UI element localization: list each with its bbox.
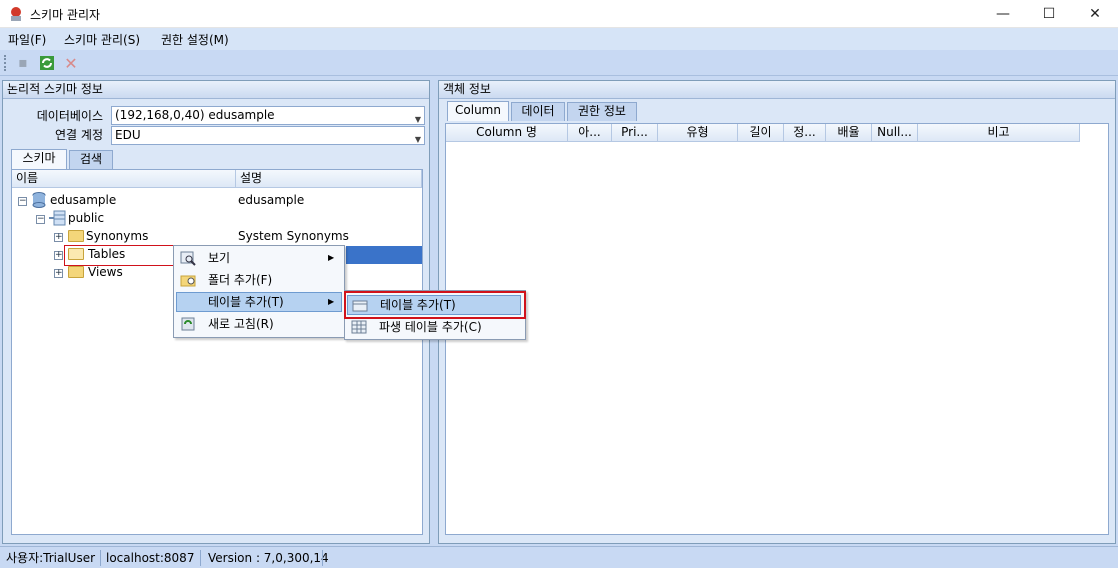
connection-value: EDU [115, 128, 141, 142]
grid-col-remark[interactable]: 비고 [918, 124, 1080, 142]
status-user: 사용자:TrialUser [6, 551, 96, 565]
tree-schema[interactable]: public [68, 210, 104, 226]
refresh-icon[interactable] [38, 54, 56, 72]
ctx-add-folder[interactable]: 폴더 추가(F) [176, 270, 342, 290]
delete-icon[interactable]: ✕ [62, 54, 80, 73]
collapse-icon[interactable]: − [36, 215, 45, 224]
schema-icon [49, 210, 66, 226]
tree-tables[interactable]: Tables [88, 246, 125, 262]
column-grid: Column 명 아... Pri... 유형 길이 정... 배율 Null.… [445, 123, 1109, 535]
grid-col-length[interactable]: 길이 [738, 124, 784, 142]
grid-col-type[interactable]: 유형 [658, 124, 738, 142]
column-desc-header[interactable]: 설명 [236, 170, 422, 188]
grid-col-scale[interactable]: 배율 [826, 124, 872, 142]
menu-permission[interactable]: 권한 설정(M) [161, 31, 229, 48]
table-icon [352, 300, 368, 312]
grid-col-name[interactable]: Column 명 [446, 124, 568, 142]
maximize-button[interactable]: ☐ [1026, 0, 1072, 28]
menu-bar: 파일(F) 스키마 관리(S) 권한 설정(M) [0, 28, 1118, 50]
tab-schema[interactable]: 스키마 [11, 149, 67, 169]
status-version: Version : 7,0,300,14 [208, 551, 329, 565]
submenu-arrow-icon: ▶ [328, 297, 335, 306]
object-info-panel: 객체 정보 Column 데이터 권한 정보 Column 명 아... Pri… [438, 80, 1116, 544]
status-separator [322, 550, 323, 566]
logical-schema-header: 논리적 스키마 정보 [3, 81, 429, 99]
object-info-header: 객체 정보 [439, 81, 1115, 99]
schema-tree: 이름 설명 − edusample edusample − public + S… [11, 169, 423, 535]
database-value: (192,168,0,40) edusample [115, 108, 275, 122]
expand-icon[interactable]: + [54, 233, 63, 242]
submenu-arrow-icon: ▶ [328, 253, 335, 262]
tree-synonyms-desc: System Synonyms [238, 229, 349, 243]
submenu-add-table[interactable]: 테이블 추가(T) [347, 295, 521, 315]
database-label: 데이터베이스 [36, 109, 103, 123]
window-title: 스키마 관리자 [30, 8, 101, 22]
add-folder-icon [180, 275, 196, 287]
grid-col-null[interactable]: Null... [872, 124, 918, 142]
status-separator [200, 550, 201, 566]
database-combo[interactable]: (192,168,0,40) edusample ▼ [111, 106, 425, 125]
folder-icon [68, 248, 84, 260]
title-bar: 스키마 관리자 — ☐ ✕ [0, 0, 1118, 28]
connection-combo[interactable]: EDU ▼ [111, 126, 425, 145]
tab-permission-info[interactable]: 권한 정보 [567, 102, 637, 121]
grid-col-a[interactable]: 아... [568, 124, 612, 142]
view-icon [180, 251, 196, 266]
minimize-button[interactable]: — [980, 0, 1026, 28]
ctx-view[interactable]: 보기 ▶ [176, 248, 342, 268]
ctx-add-table[interactable]: 테이블 추가(T) ▶ [176, 292, 342, 312]
derived-table-icon [351, 320, 367, 334]
menu-schema[interactable]: 스키마 관리(S) [64, 31, 140, 48]
status-bar: 사용자:TrialUser localhost:8087 Version : 7… [0, 546, 1118, 568]
collapse-icon[interactable]: − [18, 197, 27, 206]
app-icon [11, 7, 21, 21]
status-separator [100, 550, 101, 566]
tree-root-desc: edusample [238, 193, 305, 207]
save-icon[interactable]: ▪ [14, 54, 32, 72]
status-host: localhost:8087 [106, 551, 195, 565]
submenu-add-derived-table[interactable]: 파생 테이블 추가(C) [347, 317, 521, 337]
tab-data[interactable]: 데이터 [511, 102, 565, 121]
tab-column[interactable]: Column [447, 101, 509, 121]
connection-label: 연결 계정 [55, 128, 103, 142]
tree-root[interactable]: edusample [50, 192, 116, 208]
tree-views[interactable]: Views [88, 264, 123, 280]
context-menu: 보기 ▶ 폴더 추가(F) 테이블 추가(T) ▶ 새로 고침(R) [173, 245, 345, 338]
context-submenu: 테이블 추가(T) 파생 테이블 추가(C) [344, 290, 526, 340]
toolbar: ▪ ✕ [0, 50, 1118, 76]
expand-icon[interactable]: + [54, 251, 63, 260]
selected-row-highlight [346, 246, 422, 264]
ctx-refresh[interactable]: 새로 고침(R) [176, 314, 342, 334]
refresh-icon [181, 317, 195, 331]
column-name-header[interactable]: 이름 [12, 170, 236, 188]
expand-icon[interactable]: + [54, 269, 63, 278]
database-icon [32, 192, 46, 208]
close-button[interactable]: ✕ [1072, 0, 1118, 28]
grid-col-precision[interactable]: 정... [784, 124, 826, 142]
toolbar-grip [4, 55, 6, 71]
folder-icon [68, 230, 84, 242]
chevron-down-icon: ▼ [414, 135, 421, 144]
folder-icon [68, 266, 84, 278]
menu-file[interactable]: 파일(F) [8, 31, 46, 48]
tab-search[interactable]: 검색 [69, 150, 113, 169]
grid-col-pri[interactable]: Pri... [612, 124, 658, 142]
tree-synonyms[interactable]: Synonyms [86, 228, 148, 244]
